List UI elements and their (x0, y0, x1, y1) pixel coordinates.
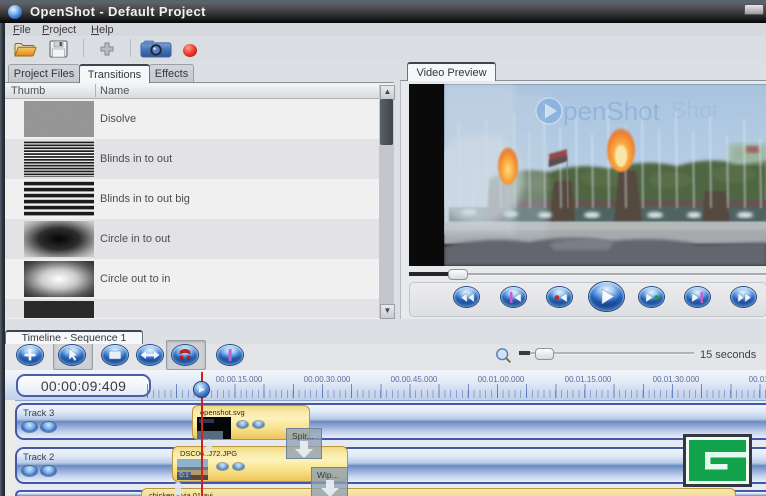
svg-text:00.00.45.000: 00.00.45.000 (391, 375, 438, 384)
svg-text:00.01.4: 00.01.4 (749, 375, 766, 384)
svg-text:00.01.30.000: 00.01.30.000 (653, 375, 700, 384)
svg-text:Shot: Shot (671, 97, 719, 123)
svg-text:00.01.15.000: 00.01.15.000 (565, 375, 612, 384)
svg-text:00.00.30.000: 00.00.30.000 (304, 375, 351, 384)
svg-text:00.01.00.000: 00.01.00.000 (478, 375, 525, 384)
svg-text:00.00.15.000: 00.00.15.000 (216, 375, 263, 384)
svg-text:penShot: penShot (563, 96, 661, 126)
